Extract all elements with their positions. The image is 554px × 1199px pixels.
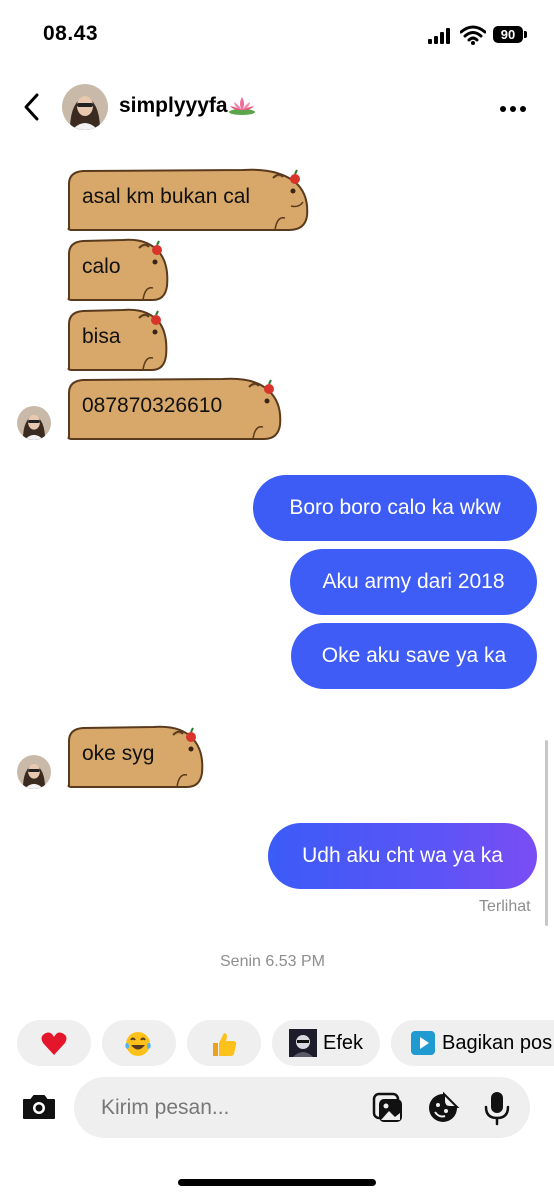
effect-thumbnail bbox=[289, 1029, 317, 1057]
share-post-label: Bagikan pos bbox=[442, 1032, 553, 1054]
microphone-icon[interactable] bbox=[481, 1090, 513, 1126]
message-text: oke syg bbox=[82, 742, 155, 765]
thumbs-up-icon bbox=[213, 1033, 237, 1056]
sent-message-bubble[interactable]: Oke aku save ya ka bbox=[291, 623, 537, 689]
sent-message-bubble[interactable]: Udh aku cht wa ya ka bbox=[268, 823, 537, 889]
message-text: calo bbox=[82, 255, 121, 278]
effects-button[interactable]: Efek bbox=[272, 1020, 380, 1066]
quick-reaction-laugh[interactable] bbox=[102, 1020, 176, 1066]
message-composer[interactable] bbox=[74, 1077, 530, 1138]
camera-icon bbox=[23, 1095, 55, 1119]
lotus-icon bbox=[228, 95, 256, 115]
back-chevron-icon[interactable] bbox=[20, 92, 44, 122]
more-options-icon[interactable] bbox=[498, 101, 530, 112]
camera-button[interactable] bbox=[18, 1086, 60, 1128]
received-message-bubble[interactable]: bisa bbox=[63, 308, 168, 372]
seen-status: Terlihat bbox=[479, 898, 531, 915]
home-indicator bbox=[178, 1179, 376, 1186]
received-message-bubble[interactable]: oke syg bbox=[63, 725, 206, 789]
received-message-bubble[interactable]: calo bbox=[63, 238, 169, 302]
share-post-button[interactable]: Bagikan pos bbox=[391, 1020, 554, 1066]
message-input[interactable] bbox=[99, 1090, 353, 1126]
quick-reaction-heart[interactable] bbox=[17, 1020, 91, 1066]
status-time: 08.43 bbox=[43, 22, 99, 45]
play-share-icon bbox=[411, 1031, 435, 1055]
tears-of-joy-icon bbox=[125, 1032, 151, 1056]
received-message-bubble[interactable]: 087870326610 bbox=[63, 377, 284, 441]
message-text: 087870326610 bbox=[82, 394, 223, 417]
red-heart-icon bbox=[41, 1032, 67, 1055]
sender-avatar[interactable] bbox=[17, 755, 51, 789]
sticker-icon[interactable] bbox=[426, 1091, 460, 1125]
message-text: asal km bukan cal bbox=[82, 185, 251, 208]
scrollbar[interactable] bbox=[545, 740, 548, 926]
battery-icon: 90 bbox=[493, 26, 523, 43]
battery-tip bbox=[524, 31, 527, 38]
sender-avatar[interactable] bbox=[17, 406, 51, 440]
avatar[interactable] bbox=[62, 84, 108, 130]
quick-reaction-thumbs-up[interactable] bbox=[187, 1020, 261, 1066]
conversation-timestamp: Senin 6.53 PM bbox=[220, 953, 325, 970]
sent-message-bubble[interactable]: Boro boro calo ka wkw bbox=[253, 475, 537, 541]
received-message-bubble[interactable]: asal km bukan cal bbox=[63, 168, 310, 232]
username-text: simplyyyfa bbox=[119, 94, 228, 117]
message-text: bisa bbox=[82, 325, 121, 348]
sent-message-bubble[interactable]: Aku army dari 2018 bbox=[290, 549, 537, 615]
chat-username[interactable]: simplyyyfa bbox=[119, 94, 256, 118]
gallery-icon[interactable] bbox=[371, 1091, 405, 1125]
effects-label: Efek bbox=[323, 1032, 364, 1054]
wifi-icon bbox=[459, 25, 487, 45]
cellular-signal-icon bbox=[428, 28, 454, 44]
